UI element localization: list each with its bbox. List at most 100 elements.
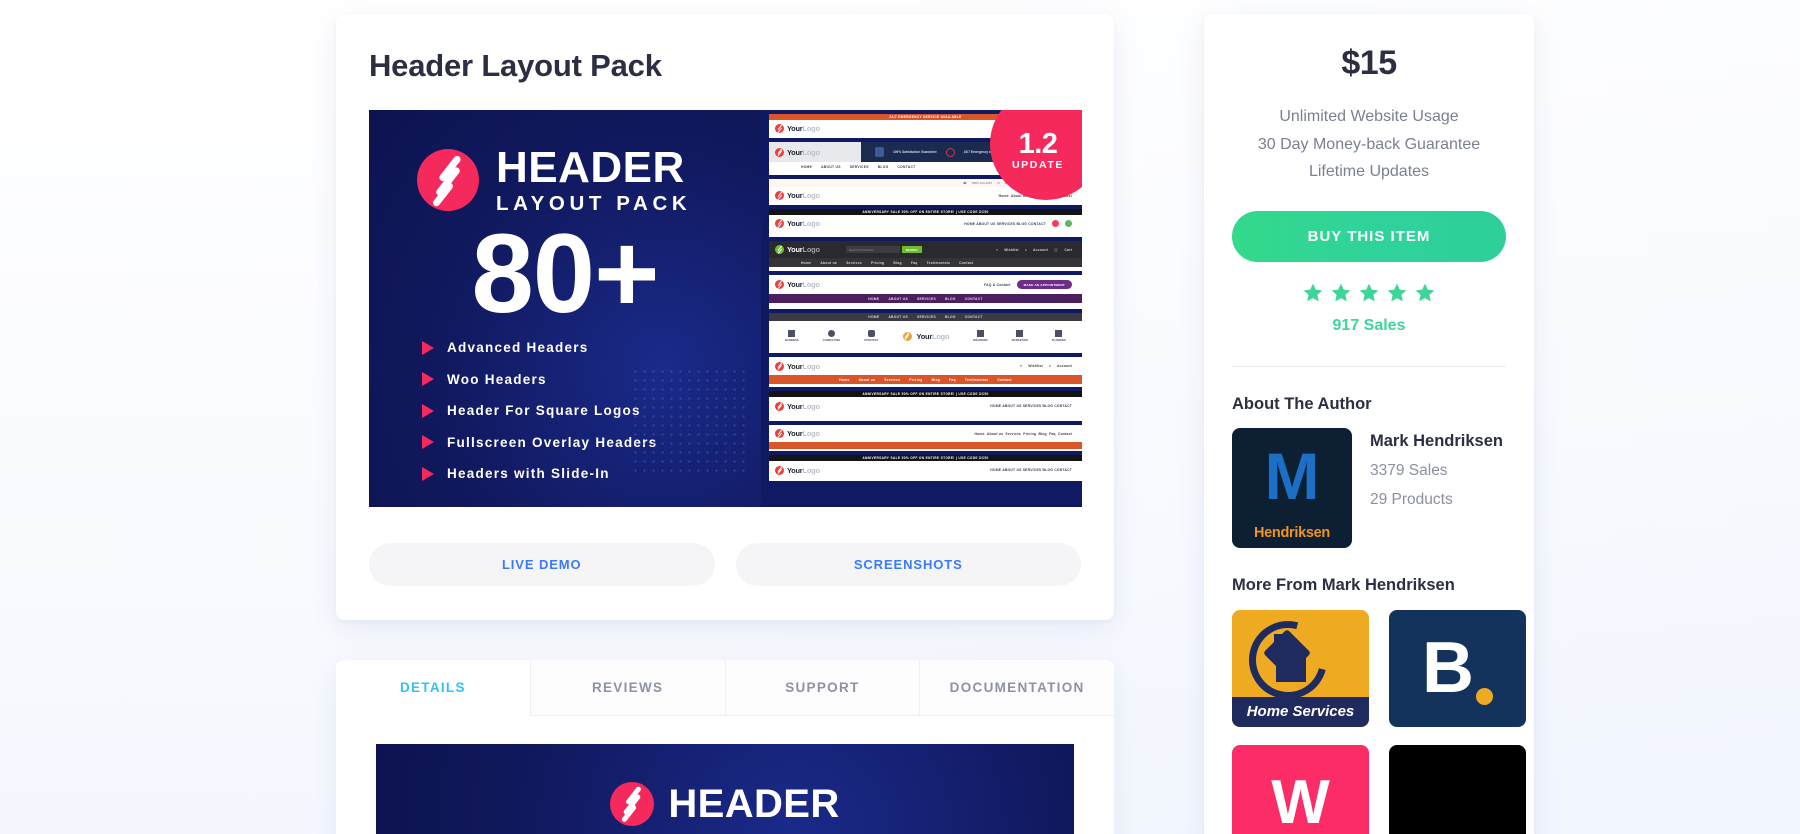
nav-item: About us — [820, 260, 838, 265]
mockup-logo-row: YourLogo HOME ABOUT US SERVICES BLOG CON… — [769, 215, 1082, 232]
mockup-navbar: HOME ABOUT US SERVICES BLOG CONTACT — [769, 294, 1082, 303]
icon-nav-item: BUSINESS — [785, 330, 799, 342]
list-item: Woo Headers — [422, 372, 657, 387]
details-banner-image: HEADER — [376, 744, 1074, 834]
nav-item: HOME — [868, 315, 880, 319]
nav-item: BLOG — [877, 164, 889, 169]
nav-item: SERVICES — [916, 296, 936, 301]
calendar-icon — [1055, 330, 1063, 338]
mockup-logo-text: YourLogo — [787, 280, 820, 289]
product-tabs-card: DETAILS REVIEWS SUPPORT DOCUMENTATION HE… — [336, 660, 1114, 834]
perk-item: Lifetime Updates — [1308, 163, 1430, 181]
author-name[interactable]: Mark Hendriksen — [1370, 432, 1503, 451]
live-demo-button[interactable]: LIVE DEMO — [369, 543, 715, 586]
triangle-bullet-icon — [422, 403, 434, 418]
swirl-logo-icon — [775, 245, 784, 254]
icon-nav-item: BRANDING — [973, 330, 988, 342]
mockup-logo-text: YourLogo — [787, 465, 820, 475]
swirl-logo-icon — [610, 782, 655, 826]
perk-item: 30 Day Money-back Guarantee — [1257, 135, 1481, 153]
swirl-logo-icon — [775, 219, 784, 228]
nav-item: HOME — [868, 296, 880, 301]
tab-reviews[interactable]: REVIEWS — [529, 660, 725, 716]
product-thumb-dark-brand[interactable] — [1389, 744, 1526, 834]
wishlist-label: Wishlist — [1028, 364, 1043, 368]
header-mockup: YourLogo Home About us Services Pricing … — [769, 425, 1082, 451]
star-icon — [1303, 283, 1323, 301]
mockup-nav: FAQ & Contact MAKE AN APPOINTMENT — [984, 280, 1076, 289]
list-item: Header For Square Logos — [422, 403, 657, 418]
avatar[interactable]: M Hendriksen — [1232, 427, 1352, 548]
banner-left-panel: HEADER LAYOUT PACK 80+ Advanced Headers … — [369, 110, 761, 507]
user-icon: ● — [1048, 364, 1052, 368]
cart-label: Cart — [1064, 247, 1072, 252]
icon-nav-item: CONSULTING — [823, 330, 840, 342]
screenshots-button[interactable]: SCREENSHOTS — [735, 543, 1081, 586]
banner-feature-list: Advanced Headers Woo Headers Header For … — [422, 340, 657, 481]
wishlist-label: Wishlist — [1004, 247, 1019, 252]
mockup-logo-row: YourLogo ♥ Wishlist ● Account — [769, 357, 1082, 375]
swirl-logo-icon — [775, 280, 784, 289]
tab-support[interactable]: SUPPORT — [724, 660, 920, 716]
triangle-bullet-icon — [422, 340, 434, 355]
product-thumb-home-services[interactable]: Home Services — [1232, 609, 1369, 727]
nav-item: Home — [839, 377, 850, 382]
mockup-logo-row: YourLogo HOME ABOUT US SERVICES BLOG CON… — [769, 397, 1082, 415]
header-mockup: YourLogo ♥ Wishlist ● Account Home About… — [769, 357, 1082, 387]
search-button[interactable]: SEARCH — [901, 246, 922, 253]
tab-panel-details: HEADER — [336, 716, 1114, 834]
feature-label: Woo Headers — [447, 371, 547, 387]
tab-details[interactable]: DETAILS — [336, 660, 530, 716]
feature-label: Advanced Headers — [447, 340, 589, 355]
product-detail-page: Header Layout Pack HEADER LAYOUT PACK 80… — [0, 0, 1800, 834]
swirl-logo-icon — [417, 149, 479, 212]
nav-item: HOME — [801, 164, 813, 169]
star-icon — [1415, 283, 1435, 301]
mockup-logo-row: YourLogo FAQ & Contact MAKE AN APPOINTME… — [769, 275, 1082, 294]
product-thumb-glyph: B — [1422, 628, 1474, 709]
tab-documentation[interactable]: DOCUMENTATION — [919, 660, 1114, 716]
cart-icon — [1052, 220, 1059, 227]
nav-item: Services — [846, 260, 863, 265]
product-thumb-w-brand[interactable]: W — [1232, 744, 1369, 834]
star-icon — [1359, 283, 1379, 301]
product-banner-image: HEADER LAYOUT PACK 80+ Advanced Headers … — [369, 110, 1082, 507]
nav-item: Testimonials — [964, 377, 989, 382]
target-icon — [867, 330, 875, 338]
swirl-logo-icon — [775, 147, 784, 157]
nav-item: Home — [801, 260, 812, 265]
triangle-bullet-icon — [422, 466, 434, 481]
nav-item: Blog — [893, 260, 902, 265]
more-from-author-heading: More From Mark Hendriksen — [1232, 575, 1455, 594]
author-block: M Hendriksen Mark Hendriksen 3379 Sales … — [1232, 427, 1506, 548]
banner-brand-text: HEADER LAYOUT PACK — [496, 146, 691, 215]
more-products-grid: Home Services B W — [1232, 609, 1526, 834]
icon-nav-item: PLANNING — [1052, 330, 1066, 342]
product-thumb-b-brand[interactable]: B — [1389, 609, 1526, 727]
avatar-surname: Hendriksen — [1254, 524, 1330, 541]
nav-item: ABOUT US — [821, 164, 841, 169]
author-products: 29 Products — [1370, 490, 1453, 508]
banner-count: 80+ — [471, 211, 660, 336]
search-input[interactable]: Search for Products — [845, 246, 900, 253]
author-sales: 3379 Sales — [1370, 461, 1448, 479]
mockup-badge-text: 100% Satisfaction Guarantee — [893, 150, 937, 154]
about-author-heading: About The Author — [1232, 394, 1372, 413]
header-mockup: ANNIVERSARY SALE 50% OFF ON ENTIRE STORE… — [769, 391, 1082, 421]
header-mockup: ANNIVERSARY SALE 50% OFF ON ENTIRE STORE… — [769, 209, 1082, 237]
swirl-logo-icon — [775, 124, 784, 133]
nav-item: Blog — [931, 377, 941, 382]
swirl-logo-icon — [775, 191, 784, 200]
main-content-column: Header Layout Pack HEADER LAYOUT PACK 80… — [336, 14, 1114, 620]
mockup-logo-text: YourLogo — [916, 331, 950, 341]
price-value: $15 — [1341, 44, 1397, 82]
header-mockup: ANNIVERSARY SALE 50% OFF ON ENTIRE STORE… — [769, 455, 1082, 481]
nav-item: About us — [858, 377, 876, 382]
cart-icon: 🛒 — [1053, 247, 1059, 252]
mockup-logo-text: YourLogo — [787, 219, 820, 228]
icon-nav-item: STRATEGY — [864, 330, 879, 342]
product-thumb-label: Home Services — [1232, 696, 1369, 727]
user-icon: ● — [1024, 247, 1028, 252]
buy-this-item-button[interactable]: BUY THIS ITEM — [1232, 210, 1506, 262]
feature-label: Fullscreen Overlay Headers — [447, 434, 658, 450]
